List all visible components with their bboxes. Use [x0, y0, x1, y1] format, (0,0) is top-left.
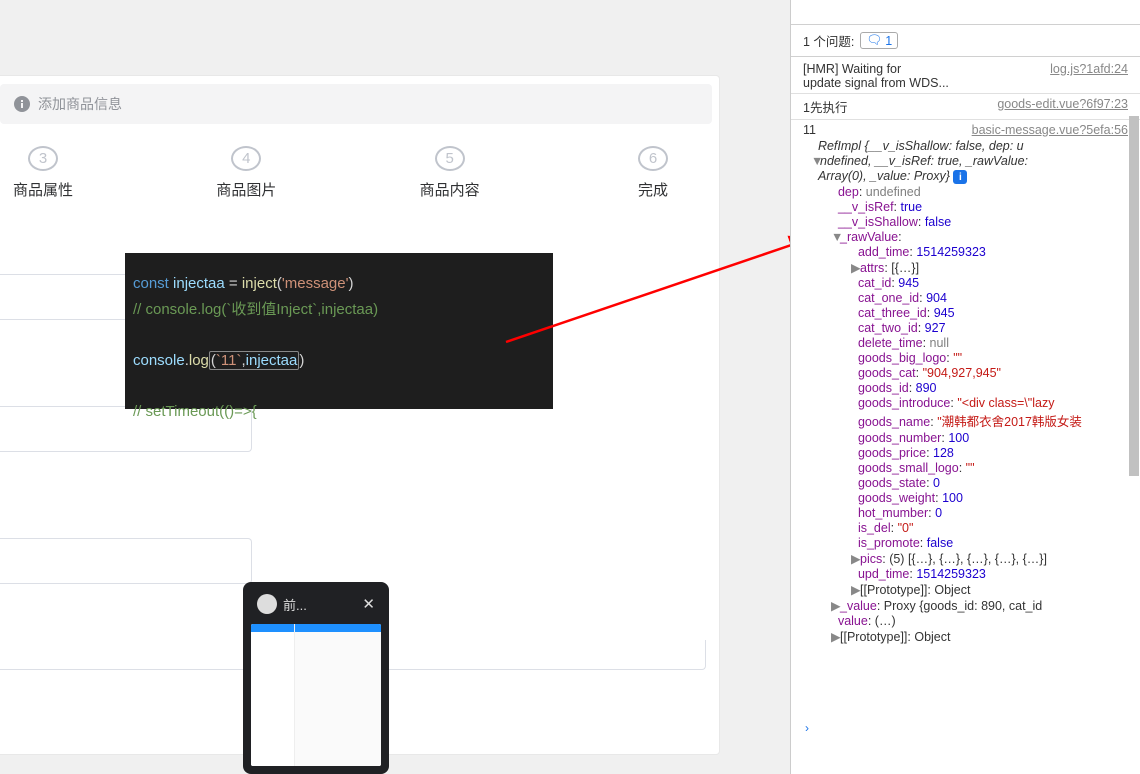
prop-goods-name[interactable]: goods_name: "潮韩都衣舍2017韩版女装: [851, 411, 1140, 431]
devtools-panel[interactable]: 1 个问题: 🗨1 [HMR] Waiting for update signa…: [790, 0, 1140, 774]
prop-goods-price[interactable]: goods_price: 128: [851, 446, 1140, 461]
console-prompt-icon[interactable]: ›: [805, 721, 809, 735]
prop-add-time[interactable]: add_time: 1514259323: [851, 245, 1140, 260]
prop-goods-number[interactable]: goods_number: 100: [851, 431, 1140, 446]
expand-icon[interactable]: ▶: [831, 629, 840, 644]
prop-cat-id[interactable]: cat_id: 945: [851, 276, 1140, 291]
code-snippet: const injectaa = inject('message') // co…: [125, 253, 553, 409]
step-circle: 3: [28, 146, 58, 171]
issues-label: 1 个问题:: [803, 31, 854, 50]
step-circle: 6: [638, 146, 668, 171]
info-alert: 添加商品信息: [0, 84, 712, 124]
app-left-pane: 添加商品信息 3 商品属性 4 商品图片 5 商品内容 6 完成 const injec…: [0, 0, 790, 774]
prop-delete-time[interactable]: delete_time: null: [851, 336, 1140, 351]
prop-cat-three-id[interactable]: cat_three_id: 945: [851, 306, 1140, 321]
prop-prototype[interactable]: ▶[[Prototype]]: Object: [851, 582, 1140, 598]
refimpl-header[interactable]: RefImpl {__v_isShallow: false, dep: u: [811, 138, 1140, 153]
code-keyword: const: [133, 275, 169, 292]
code-string: 'message': [282, 275, 349, 292]
prop-cat-one-id[interactable]: cat_one_id: 904: [851, 291, 1140, 306]
close-icon[interactable]: ✕: [362, 595, 375, 613]
prop-is-promote[interactable]: is_promote: false: [851, 536, 1140, 551]
expand-icon[interactable]: ▼: [831, 230, 840, 244]
expand-icon[interactable]: ▶: [831, 598, 840, 613]
expand-icon[interactable]: ▶: [851, 551, 860, 566]
avatar-icon: [257, 594, 277, 614]
preview-title: 前...: [283, 595, 307, 614]
code-comment: // console.log(`收到值Inject`,injectaa): [133, 301, 378, 318]
expand-icon[interactable]: ▶: [851, 582, 860, 597]
input-field-3[interactable]: [0, 538, 252, 584]
prop-attrs[interactable]: ▶attrs: [{…}]: [851, 260, 1140, 276]
issues-bar[interactable]: 1 个问题: 🗨1: [791, 25, 1140, 57]
prop-rawvalue[interactable]: ▼_rawValue:: [831, 230, 1140, 245]
info-icon[interactable]: i: [953, 170, 967, 184]
scrollbar-thumb[interactable]: [1129, 116, 1139, 476]
step-title: 商品属性: [13, 179, 73, 200]
step-5[interactable]: 5 商品内容: [385, 146, 515, 200]
console-row: [HMR] Waiting for update signal from WDS…: [791, 61, 1140, 91]
step-4[interactable]: 4 商品图片: [181, 146, 311, 200]
prop-cat-two-id[interactable]: cat_two_id: 927: [851, 321, 1140, 336]
prop-value-inner[interactable]: value: (…): [831, 614, 1140, 629]
prop-is-del[interactable]: is_del: "0": [851, 521, 1140, 536]
console-output[interactable]: [HMR] Waiting for update signal from WDS…: [791, 57, 1140, 649]
prop-upd-time[interactable]: upd_time: 1514259323: [851, 567, 1140, 582]
step-circle: 5: [435, 146, 465, 171]
prop-goods-state[interactable]: goods_state: 0: [851, 476, 1140, 491]
step-title: 完成: [638, 179, 668, 200]
step-title: 商品图片: [216, 179, 276, 200]
devtools-tabs[interactable]: [791, 0, 1140, 25]
prop-isshallow[interactable]: __v_isShallow: false: [831, 215, 1140, 230]
source-link[interactable]: basic-message.vue?5efa:56: [972, 123, 1128, 137]
issues-count-chip[interactable]: 🗨1: [860, 32, 898, 49]
prop-goods-small-logo[interactable]: goods_small_logo: "": [851, 461, 1140, 476]
console-row: 1先执行goods-edit.vue?6f97:23: [791, 96, 1140, 117]
step-3[interactable]: 3 商品属性: [0, 146, 108, 200]
console-row: 11basic-message.vue?5efa:56: [791, 122, 1140, 138]
prop-prototype-2[interactable]: ▶[[Prototype]]: Object: [831, 629, 1140, 645]
prop-goods-big-logo[interactable]: goods_big_logo: "": [851, 351, 1140, 366]
step-title: 商品内容: [420, 179, 480, 200]
prop-pics[interactable]: ▶pics: (5) [{…}, {…}, {…}, {…}, {…}]: [851, 551, 1140, 567]
prop-goods-introduce[interactable]: goods_introduce: "<div class=\"lazy: [851, 396, 1140, 411]
prop-value[interactable]: ▶_value: Proxy {goods_id: 890, cat_id: [831, 598, 1140, 614]
step-circle: 4: [231, 146, 261, 171]
code-comment: // setTimeout(()=>{: [133, 403, 257, 420]
prop-dep[interactable]: dep: undefined: [831, 185, 1140, 200]
expand-icon[interactable]: ▶: [851, 260, 860, 275]
info-icon: [14, 96, 30, 112]
object-tree[interactable]: RefImpl {__v_isShallow: false, dep: u ▼n…: [791, 138, 1140, 645]
prop-hot-mumber[interactable]: hot_mumber: 0: [851, 506, 1140, 521]
alert-text: 添加商品信息: [38, 94, 122, 114]
taskbar-preview[interactable]: 前... ✕: [243, 582, 389, 774]
preview-header: 前... ✕: [251, 590, 381, 618]
prop-goods-weight[interactable]: goods_weight: 100: [851, 491, 1140, 506]
prop-goods-cat[interactable]: goods_cat: "904,927,945": [851, 366, 1140, 381]
steps-bar: 3 商品属性 4 商品图片 5 商品内容 6 完成: [0, 146, 718, 200]
prop-isref[interactable]: __v_isRef: true: [831, 200, 1140, 215]
step-6[interactable]: 6 完成: [588, 146, 718, 200]
preview-body: [251, 624, 381, 766]
code-fn: inject: [242, 275, 277, 292]
source-link[interactable]: goods-edit.vue?6f97:23: [997, 97, 1128, 116]
expand-icon[interactable]: ▼: [811, 154, 820, 168]
prop-goods-id[interactable]: goods_id: 890: [851, 381, 1140, 396]
code-ident: injectaa: [169, 275, 229, 292]
source-link[interactable]: log.js?1afd:24: [1050, 62, 1128, 90]
